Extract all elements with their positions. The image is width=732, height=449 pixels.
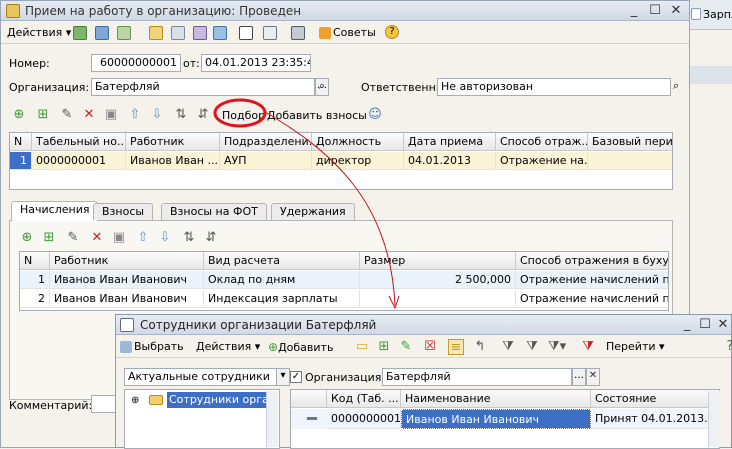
dialog-title-bar: Сотрудники организации Батерфляй _ ☐ ✕: [116, 315, 731, 335]
filter-history-icon[interactable]: ⧩▾: [548, 339, 566, 355]
org-filter-choose-button[interactable]: …: [572, 368, 586, 386]
org-filter-field[interactable]: Батерфляй: [382, 368, 572, 386]
col-header[interactable]: Код (Таб. ...: [327, 390, 401, 408]
employee-filter-select[interactable]: Актуальные сотрудники: [124, 368, 278, 386]
dialog-add-button[interactable]: ⊕Добавить: [268, 338, 333, 356]
highlight-circle: [213, 98, 267, 128]
folder-icon: [149, 395, 163, 405]
table-cell[interactable]: Иванов Иван Иванович: [401, 409, 591, 429]
chevron-down-icon[interactable]: ▾: [276, 368, 290, 386]
filter-icon[interactable]: ⧩: [500, 339, 516, 355]
choose-icon: [120, 341, 132, 353]
expand-icon[interactable]: ⊕: [131, 395, 139, 406]
hierarchy-icon[interactable]: ≡: [448, 339, 464, 355]
edit-icon[interactable]: ✎: [398, 339, 414, 355]
col-header[interactable]: Состояние: [591, 390, 719, 408]
table-cell[interactable]: Принят 04.01.2013. ...: [591, 409, 709, 429]
catalog-icon: [120, 318, 134, 332]
table-cell[interactable]: 0000000001: [327, 409, 401, 429]
level-up-icon[interactable]: ↰: [472, 339, 488, 355]
tree-item[interactable]: Сотрудники органи: [167, 392, 275, 408]
minimize-button[interactable]: _: [678, 317, 696, 333]
add-icon: ⊕: [268, 340, 279, 354]
list-scrollbar[interactable]: [708, 391, 720, 447]
filter-value-icon[interactable]: ⧩: [524, 339, 540, 355]
employees-list: Код (Таб. ... Наименование Состояние 000…: [290, 389, 720, 449]
annotation-arrow: [264, 111, 396, 306]
delete-icon[interactable]: ☒: [422, 339, 438, 355]
new-folder-icon[interactable]: ▭: [354, 339, 370, 355]
item-icon: [307, 417, 317, 420]
dialog-title: Сотрудники организации Батерфляй: [140, 318, 377, 332]
dialog-toolbar: Выбрать Действия ▾ ⊕Добавить ▭ ⊞ ✎ ☒ ≡ ↰…: [116, 336, 732, 358]
help-icon[interactable]: ?: [722, 339, 732, 355]
org-filter-label: Организация:: [305, 371, 386, 384]
employees-dialog: Сотрудники организации Батерфляй _ ☐ ✕ В…: [115, 314, 732, 449]
arrow-head: [388, 295, 400, 310]
col-header[interactable]: Наименование: [401, 390, 591, 408]
col-header: [291, 390, 327, 408]
maximize-button[interactable]: ☐: [696, 317, 714, 333]
close-button[interactable]: ✕: [714, 317, 732, 333]
org-filter-clear-button[interactable]: ✕: [586, 368, 600, 386]
groups-tree: ⊕ Сотрудники органи: [124, 389, 280, 449]
choose-button[interactable]: Выбрать: [120, 338, 184, 356]
org-checkbox[interactable]: ✓: [290, 371, 302, 383]
table-row[interactable]: 0000000001 Иванов Иван Иванович Принят 0…: [291, 409, 719, 429]
clear-filter-icon[interactable]: ⧩: [580, 339, 596, 355]
copy-row-icon[interactable]: ⊞: [376, 339, 392, 355]
dialog-actions-menu[interactable]: Действия ▾: [196, 338, 260, 356]
goto-menu[interactable]: Перейти ▾: [606, 338, 665, 356]
tree-scrollbar[interactable]: [266, 391, 278, 447]
